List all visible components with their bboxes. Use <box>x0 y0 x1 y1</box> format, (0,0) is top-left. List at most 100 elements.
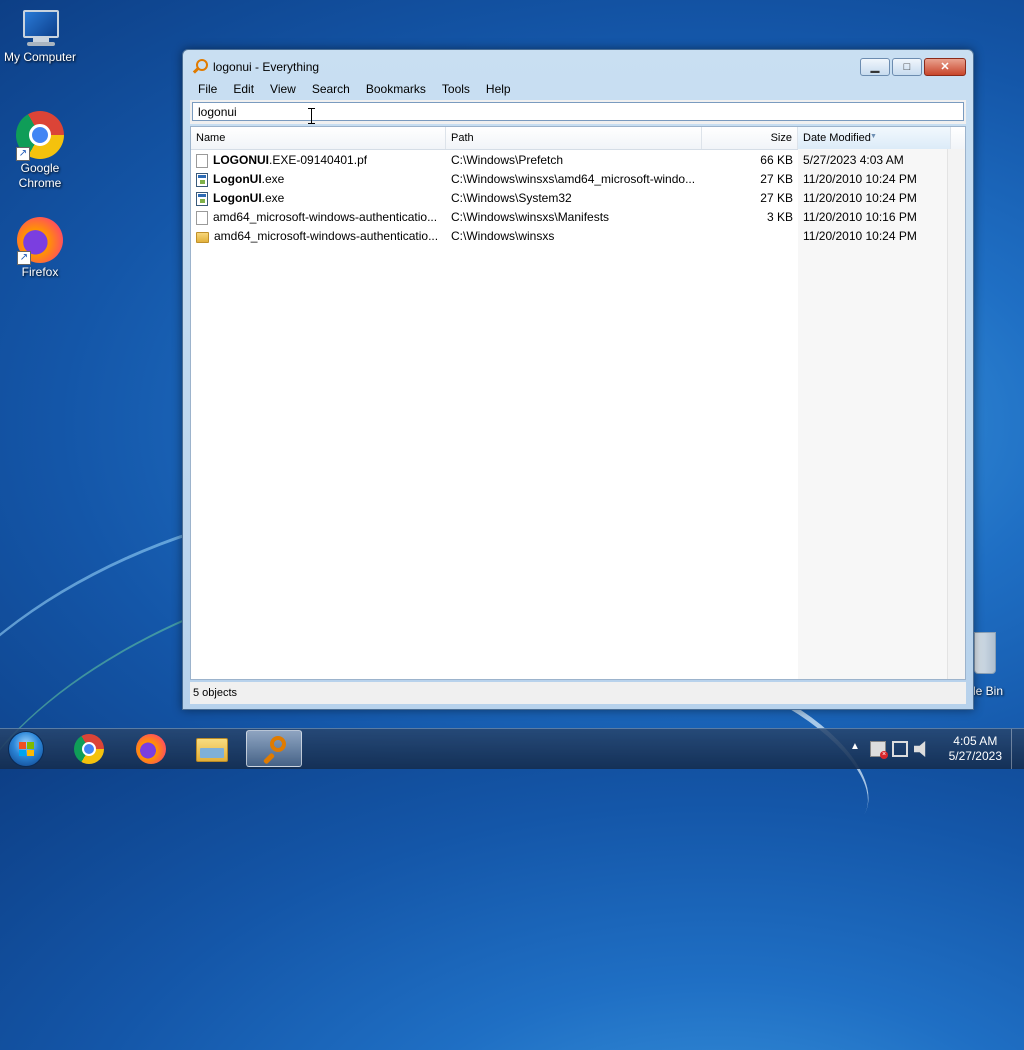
name-rest: .exe <box>261 191 285 205</box>
cell-path: C:\Windows\winsxs <box>451 229 555 243</box>
menu-edit[interactable]: Edit <box>225 79 262 99</box>
taskbar: ▲ × 4:05 AM 5/27/2023 <box>0 728 1024 769</box>
name-rest: .EXE-09140401.pf <box>269 153 368 167</box>
name-match: LogonUI <box>213 191 262 205</box>
taskbar-explorer[interactable] <box>184 730 240 767</box>
executable-file-icon <box>196 172 208 187</box>
cell-name: LogonUI.exe <box>191 170 446 189</box>
desktop-icon-google-chrome[interactable]: ↗ Google Chrome <box>0 111 80 191</box>
menu-file[interactable]: File <box>190 79 225 99</box>
desktop-icon-label: Google Chrome <box>18 161 62 190</box>
desktop-icon-label: le Bin <box>973 684 1004 698</box>
cell-date-modified: 11/20/2010 10:16 PM <box>803 210 917 224</box>
minimize-button[interactable]: ▁ <box>860 58 890 76</box>
results-list[interactable]: Name Path Size Date Modified ▼ LOGONUI.E… <box>190 126 966 680</box>
sort-descending-icon: ▼ <box>870 133 877 140</box>
chrome-icon: ↗ <box>16 111 64 161</box>
magnifier-icon <box>261 735 291 765</box>
cell-name: amd64_microsoft-windows-authenticatio... <box>191 227 446 246</box>
cell-path: C:\Windows\winsxs\Manifests <box>451 210 610 224</box>
chrome-icon <box>74 734 104 764</box>
cell-size: 27 KB <box>760 172 793 186</box>
close-icon: ✕ <box>940 61 950 73</box>
status-bar: 5 objects <box>190 682 966 704</box>
name-rest: .exe <box>261 172 285 186</box>
status-object-count: 5 objects <box>193 687 238 699</box>
cell-date-modified: 11/20/2010 10:24 PM <box>803 172 917 186</box>
table-row[interactable]: LOGONUI.EXE-09140401.pf C:\Windows\Prefet… <box>191 151 965 170</box>
desktop-icon-label: My Computer <box>3 50 77 64</box>
column-header-label: Date Modified <box>803 132 871 144</box>
maximize-button[interactable]: □ <box>892 58 922 76</box>
maximize-icon: □ <box>903 61 911 73</box>
menu-help[interactable]: Help <box>478 79 519 99</box>
column-header-path[interactable]: Path <box>446 127 702 149</box>
table-row[interactable]: amd64_microsoft-windows-authenticatio...… <box>191 227 965 246</box>
search-bar <box>190 100 966 124</box>
name-match: LogonUI <box>213 172 262 186</box>
cell-name: LogonUI.exe <box>191 189 446 208</box>
cell-path: C:\Windows\winsxs\amd64_microsoft-windo.… <box>451 172 696 186</box>
minimize-icon: ▁ <box>870 61 880 73</box>
table-row[interactable]: LogonUI.exe C:\Windows\System32 27 KB 11/20… <box>191 189 965 208</box>
cell-path: C:\Windows\System32 <box>451 191 572 205</box>
menu-tools[interactable]: Tools <box>434 79 478 99</box>
cell-size: 66 KB <box>760 153 793 167</box>
name-rest: amd64_microsoft-windows-authenticatio... <box>214 229 439 243</box>
cell-size: 3 KB <box>766 210 793 224</box>
desktop-icon-label: Firefox <box>21 265 59 279</box>
shortcut-arrow-icon: ↗ <box>17 251 31 265</box>
windows-logo-icon <box>19 742 34 756</box>
vertical-scrollbar[interactable] <box>947 149 965 679</box>
start-button[interactable] <box>8 731 44 767</box>
cell-path: C:\Windows\Prefetch <box>451 153 564 167</box>
menu-search[interactable]: Search <box>304 79 358 99</box>
folder-icon <box>196 232 209 243</box>
window-title: logonui - Everything <box>213 60 320 74</box>
executable-file-icon <box>196 191 208 206</box>
cell-size: 27 KB <box>760 191 793 205</box>
column-header-date-modified[interactable]: Date Modified ▼ <box>798 127 951 149</box>
cell-date-modified: 5/27/2023 4:03 AM <box>803 153 904 167</box>
column-header-size[interactable]: Size <box>702 127 798 149</box>
cell-date-modified: 11/20/2010 10:24 PM <box>803 191 917 205</box>
cell-name: LOGONUI.EXE-09140401.pf <box>191 151 446 170</box>
column-header: Name Path Size Date Modified ▼ <box>191 127 965 150</box>
show-hidden-icons-icon[interactable]: ▲ <box>850 741 860 752</box>
folder-icon <box>196 738 228 762</box>
taskbar-firefox[interactable] <box>122 730 178 767</box>
clock-time: 4:05 AM <box>953 734 998 748</box>
menu-bar: File Edit View Search Bookmarks Tools He… <box>190 79 966 99</box>
everything-window: logonui - Everything ▁ □ ✕ File Edit Vie… <box>182 49 974 710</box>
cell-date-modified: 11/20/2010 10:24 PM <box>803 229 917 243</box>
menu-bookmarks[interactable]: Bookmarks <box>358 79 434 99</box>
system-tray: ▲ × 4:05 AM 5/27/2023 <box>834 729 1024 769</box>
name-match: LOGONUI <box>213 153 269 167</box>
volume-muted-icon[interactable] <box>914 741 926 757</box>
file-icon <box>196 210 208 225</box>
table-row[interactable]: amd64_microsoft-windows-authenticatio...… <box>191 208 965 227</box>
error-badge-icon: × <box>880 751 888 759</box>
taskbar-everything[interactable] <box>246 730 302 767</box>
shortcut-arrow-icon: ↗ <box>16 147 30 161</box>
taskbar-chrome[interactable] <box>60 730 116 767</box>
cell-name: amd64_microsoft-windows-authenticatio... <box>191 208 446 227</box>
table-row[interactable]: LogonUI.exe C:\Windows\winsxs\amd64_micro… <box>191 170 965 189</box>
desktop-icon-my-computer[interactable]: My Computer <box>0 10 80 65</box>
column-header-name[interactable]: Name <box>191 127 446 149</box>
network-icon[interactable] <box>892 741 908 757</box>
action-center-icon[interactable]: × <box>870 741 888 759</box>
computer-icon <box>19 10 61 48</box>
recycle-bin-icon <box>974 632 996 674</box>
desktop-icon-firefox[interactable]: ↗ Firefox <box>0 217 80 280</box>
show-desktop-button[interactable] <box>1011 729 1024 769</box>
magnifier-icon <box>192 59 208 74</box>
clock[interactable]: 4:05 AM 5/27/2023 <box>949 734 1002 764</box>
firefox-icon <box>136 734 166 764</box>
firefox-icon: ↗ <box>17 217 63 265</box>
clock-date: 5/27/2023 <box>948 749 1002 763</box>
menu-view[interactable]: View <box>262 79 304 99</box>
name-rest: amd64_microsoft-windows-authenticatio... <box>213 210 438 224</box>
close-button[interactable]: ✕ <box>924 58 966 76</box>
title-bar[interactable]: logonui - Everything ▁ □ ✕ <box>183 50 973 80</box>
